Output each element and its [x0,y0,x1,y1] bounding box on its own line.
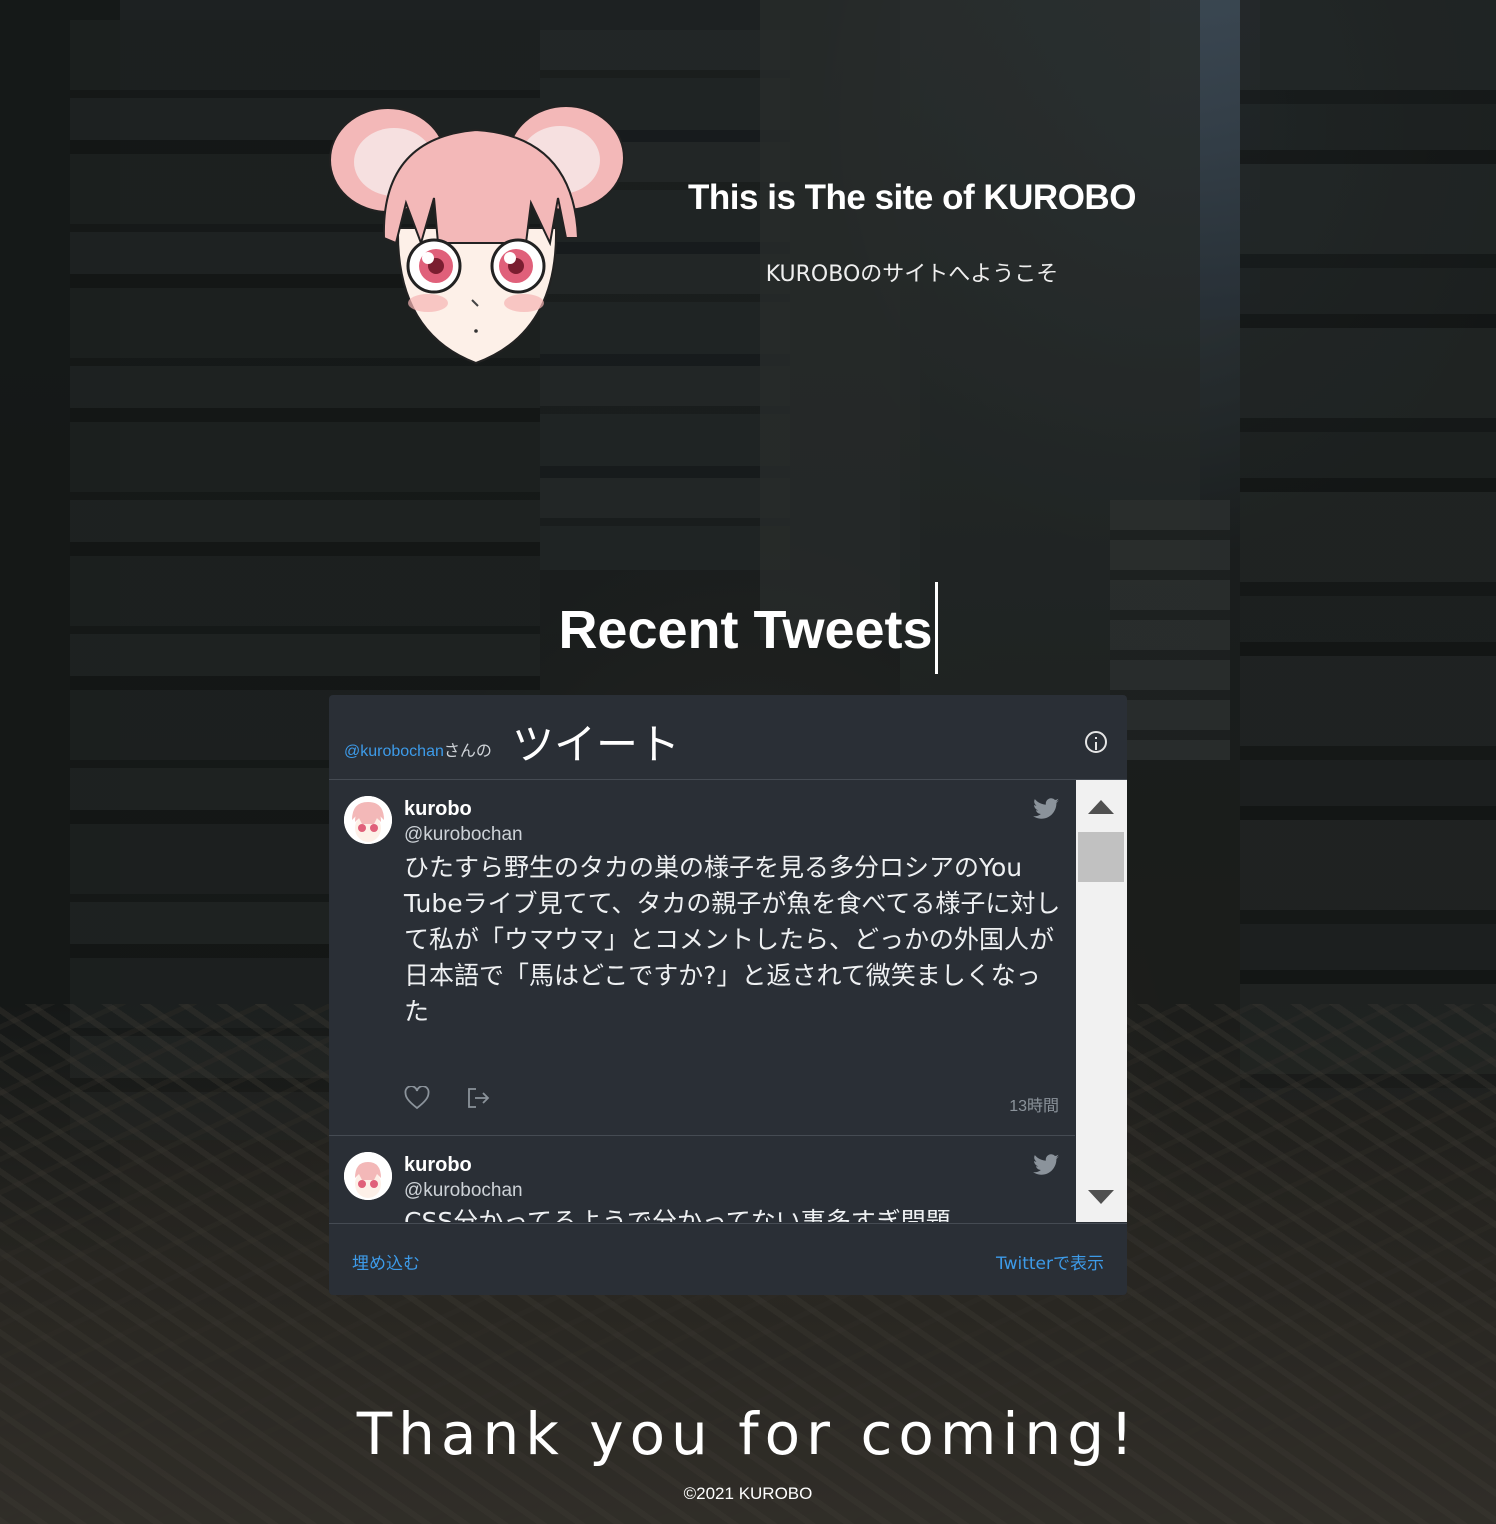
text-caret [934,582,938,674]
scroll-up-arrow[interactable] [1088,800,1114,814]
tweet-text: ひたすら野生のタカの巣の様子を見る多分ロシアのYou Tubeライブ見てて、タカ… [404,853,1061,1026]
twitter-timeline-widget: @kurobochanさんの ツイート kurobo @kurobochan ひ [329,695,1127,1295]
tweet-text: CSS分かってるようで分かってない事多すぎ問題 [404,1207,951,1222]
share-icon[interactable] [466,1086,492,1110]
widget-handle[interactable]: @kurobochan [344,743,444,760]
widget-handle-link[interactable]: @kurobochanさんの [344,737,492,761]
recent-tweets-text: Recent Tweets [558,600,933,660]
recent-tweets-heading: Recent Tweets [0,582,1496,674]
twitter-bird-icon[interactable] [1033,1154,1059,1176]
scroll-down-arrow[interactable] [1088,1190,1114,1204]
tweet-author-name[interactable]: kurobo [404,798,472,821]
tweet-timestamp[interactable]: 13時間 [1009,1092,1059,1116]
copyright: ©2021 KUROBO [683,1484,813,1503]
info-icon[interactable] [1085,731,1107,753]
tweet-author-name[interactable]: kurobo [404,1154,472,1177]
heart-icon[interactable] [404,1085,430,1110]
scroll-thumb[interactable] [1078,832,1124,882]
thank-you-message: Thank you for coming! [356,1400,1140,1468]
tweet-author-handle[interactable]: @kurobochan [404,824,523,846]
view-on-twitter-link[interactable]: Twitterで表示 [996,1249,1104,1274]
tweet-avatar[interactable] [344,796,392,844]
site-subtitle: KUROBOのサイトへようこそ [765,262,1059,287]
embed-link[interactable]: 埋め込む [352,1249,420,1274]
widget-handle-suffix: さんの [443,743,492,760]
site-avatar-illustration [326,98,630,368]
widget-footer: 埋め込む Twitterで表示 [329,1223,1127,1295]
widget-scrollbar[interactable] [1076,780,1127,1222]
tweet-avatar[interactable] [344,1152,392,1200]
site-title: This is The site of KUROBO [688,178,1136,217]
twitter-bird-icon[interactable] [1033,798,1059,820]
tweet-item[interactable]: kurobo @kurobochan ひたすら野生のタカの巣の様子を見る多分ロシ… [329,780,1075,1136]
tweet-author-handle[interactable]: @kurobochan [404,1180,523,1202]
tweet-item[interactable]: kurobo @kurobochan CSS分かってるようで分かってない事多すぎ… [329,1136,1075,1222]
tweet-list[interactable]: kurobo @kurobochan ひたすら野生のタカの巣の様子を見る多分ロシ… [329,780,1075,1222]
widget-header: @kurobochanさんの ツイート [329,695,1127,780]
widget-title: ツイート [512,720,681,769]
